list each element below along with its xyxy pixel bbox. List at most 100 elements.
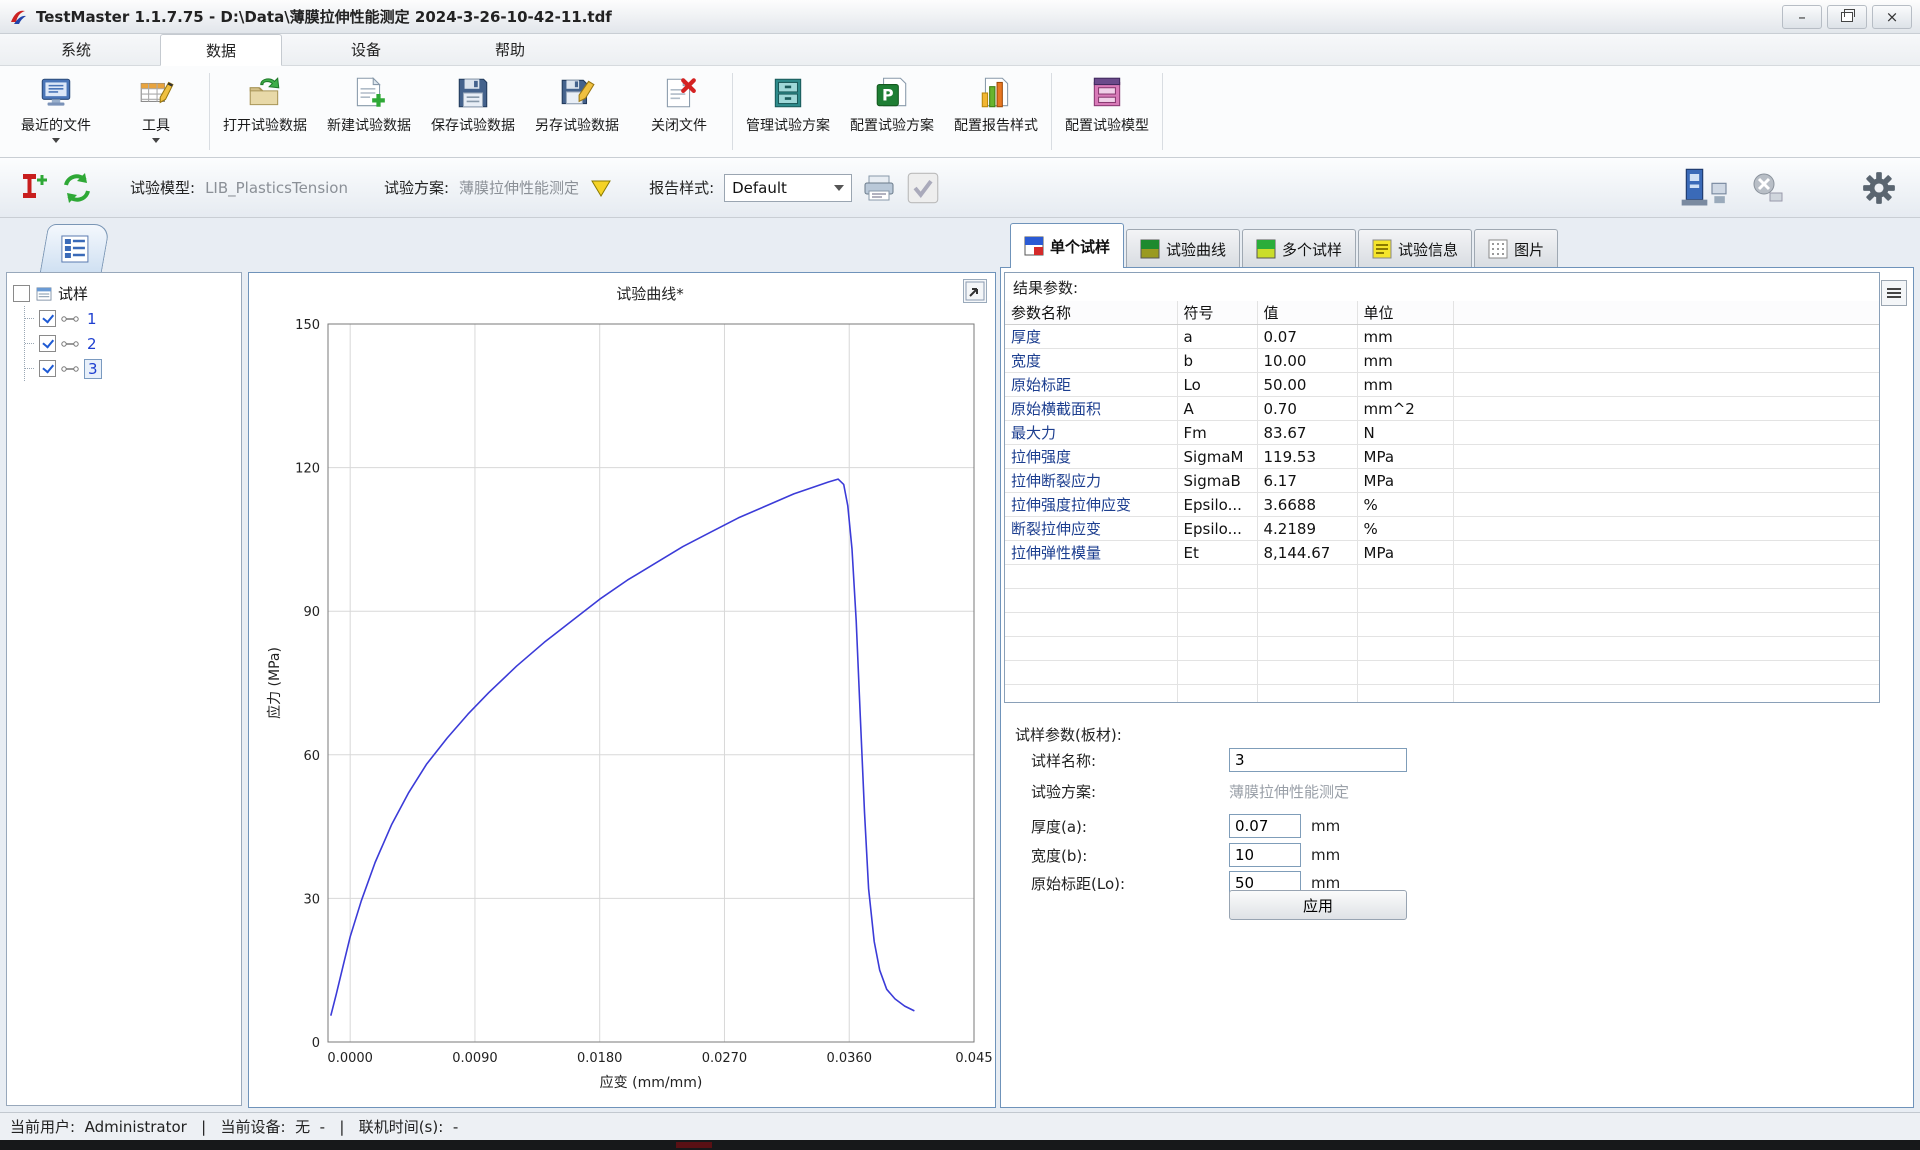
- specimen-checkbox[interactable]: [39, 360, 56, 377]
- table-row[interactable]: 原始标距Lo50.00mm: [1005, 373, 1879, 397]
- titlebar: TestMaster 1.1.7.75 - D:\Data\薄膜拉伸性能测定 2…: [0, 0, 1920, 34]
- param-value: 10.00: [1257, 349, 1357, 373]
- settings-gear-icon[interactable]: [1862, 171, 1896, 205]
- chart-export-button[interactable]: [963, 279, 987, 303]
- filler-cell: [1453, 325, 1879, 349]
- menu-tab-data[interactable]: 数据: [160, 34, 282, 66]
- tab-test-info[interactable]: 试验信息: [1358, 229, 1472, 268]
- menu-tab-system[interactable]: 系统: [16, 34, 136, 65]
- param-symbol: SigmaB: [1177, 469, 1257, 493]
- filler-cell: [1453, 421, 1879, 445]
- tab-single-specimen[interactable]: 单个试样: [1010, 223, 1124, 268]
- svg-text:30: 30: [303, 892, 320, 907]
- manage-test-scheme-button[interactable]: 管理试验方案: [736, 69, 840, 154]
- tree-item-2[interactable]: 2: [25, 331, 235, 356]
- width-b-field[interactable]: [1229, 843, 1301, 867]
- menu-tab-device[interactable]: 设备: [306, 34, 426, 65]
- table-row-empty: [1005, 637, 1879, 661]
- maximize-icon: [1841, 12, 1853, 22]
- save-as-data-icon: [558, 74, 596, 112]
- chart-panel: 试验曲线* 0.00000.00900.01800.02700.03600.04…: [248, 272, 996, 1108]
- specimen-name-field[interactable]: [1229, 748, 1407, 772]
- thickness-a-row: 厚度(a):mm: [1031, 813, 1340, 839]
- close-file-icon: [660, 74, 698, 112]
- recent-files-button[interactable]: 最近的文件: [6, 69, 106, 154]
- config-report-style-button[interactable]: 配置报告样式: [944, 69, 1048, 154]
- tab-multi-specimen-label: 多个试样: [1282, 239, 1342, 260]
- column-header-filler: [1453, 301, 1879, 325]
- specimen-list-tab[interactable]: [40, 224, 111, 273]
- tab-picture[interactable]: 图片: [1474, 229, 1558, 268]
- param-value: 3.6688: [1257, 493, 1357, 517]
- result-panel: 结果参数: 参数名称符号值单位厚度a0.07mm宽度b10.00mm原始标距Lo…: [1000, 267, 1914, 1108]
- param-value: 0.70: [1257, 397, 1357, 421]
- table-row[interactable]: 拉伸断裂应力SigmaB6.17MPa: [1005, 469, 1879, 493]
- column-header: 符号: [1177, 301, 1257, 325]
- close-file-button[interactable]: 关闭文件: [629, 69, 729, 154]
- param-unit: MPa: [1357, 541, 1453, 565]
- tab-picture-icon: [1488, 239, 1508, 259]
- table-row[interactable]: 拉伸弹性模量Et8,144.67MPa: [1005, 541, 1879, 565]
- menu-tab-help[interactable]: 帮助: [450, 34, 570, 65]
- tree-item-3[interactable]: 3: [25, 356, 235, 381]
- thickness-a-field[interactable]: [1229, 814, 1301, 838]
- empty-cell: [1177, 661, 1257, 685]
- minimize-button[interactable]: –: [1782, 5, 1822, 29]
- tab-test-info-label: 试验信息: [1398, 239, 1458, 260]
- report-style-select[interactable]: Default: [724, 174, 852, 202]
- close-button[interactable]: ×: [1872, 5, 1912, 29]
- thickness-a-unit: mm: [1311, 817, 1340, 835]
- tab-test-curve[interactable]: 试验曲线: [1126, 229, 1240, 268]
- param-name: 最大力: [1005, 421, 1177, 445]
- specimen-checkbox[interactable]: [39, 335, 56, 352]
- tools-button[interactable]: 工具: [106, 69, 206, 154]
- panel-menu-button[interactable]: [1881, 280, 1907, 306]
- connect-specimen-icon[interactable]: [16, 171, 50, 205]
- tree-root-row[interactable]: 试样: [13, 281, 235, 306]
- save-as-test-data-button[interactable]: 另存试验数据: [525, 69, 629, 154]
- table-row[interactable]: 拉伸强度SigmaM119.53MPa: [1005, 445, 1879, 469]
- open-test-data-button[interactable]: 打开试验数据: [213, 69, 317, 154]
- table-row[interactable]: 断裂拉伸应变Epsilo...4.2189%: [1005, 517, 1879, 541]
- config-test-model-button[interactable]: 配置试验模型: [1055, 69, 1159, 154]
- app-window: TestMaster 1.1.7.75 - D:\Data\薄膜拉伸性能测定 2…: [0, 0, 1920, 1150]
- filler-cell: [1453, 541, 1879, 565]
- specimen-label[interactable]: 2: [84, 335, 100, 353]
- confirm-icon[interactable]: [906, 171, 940, 205]
- config-scheme-icon: P: [873, 74, 911, 112]
- print-icon[interactable]: [862, 171, 896, 205]
- empty-cell: [1177, 565, 1257, 589]
- svg-text:0.0000: 0.0000: [327, 1051, 373, 1066]
- table-row[interactable]: 宽度b10.00mm: [1005, 349, 1879, 373]
- tab-multi-specimen[interactable]: 多个试样: [1242, 229, 1356, 268]
- test-scheme-row: 试验方案:薄膜拉伸性能测定: [1031, 778, 1349, 804]
- tree-item-1[interactable]: 1: [25, 306, 235, 331]
- table-row[interactable]: 原始横截面积A0.70mm^2: [1005, 397, 1879, 421]
- filter-icon[interactable]: [589, 176, 613, 200]
- empty-cell: [1257, 661, 1357, 685]
- empty-cell: [1357, 661, 1453, 685]
- param-unit: MPa: [1357, 469, 1453, 493]
- table-row[interactable]: 厚度a0.07mm: [1005, 325, 1879, 349]
- width-b-row: 宽度(b):mm: [1031, 842, 1340, 868]
- new-test-data-button[interactable]: 新建试验数据: [317, 69, 421, 154]
- ribbon-separator: [1162, 73, 1163, 150]
- specimen-label[interactable]: 3: [84, 359, 102, 379]
- chart-host: 0.00000.00900.01800.02700.03600.04503060…: [249, 307, 995, 1103]
- param-name: 拉伸强度拉伸应变: [1005, 493, 1177, 517]
- save-test-data-button[interactable]: 保存试验数据: [421, 69, 525, 154]
- table-row[interactable]: 拉伸强度拉伸应变Epsilo...3.6688%: [1005, 493, 1879, 517]
- param-unit: MPa: [1357, 445, 1453, 469]
- root-checkbox[interactable]: [13, 285, 30, 302]
- refresh-icon[interactable]: [60, 171, 94, 205]
- param-symbol: Lo: [1177, 373, 1257, 397]
- maximize-button[interactable]: [1827, 5, 1867, 29]
- config-test-scheme-button[interactable]: P配置试验方案: [840, 69, 944, 154]
- config-report-icon: [977, 74, 1015, 112]
- test-model-label: 试验模型:: [130, 177, 195, 198]
- specimen-checkbox[interactable]: [39, 310, 56, 327]
- specimen-label[interactable]: 1: [84, 310, 100, 328]
- apply-button[interactable]: 应用: [1229, 890, 1407, 920]
- table-row[interactable]: 最大力Fm83.67N: [1005, 421, 1879, 445]
- param-symbol: A: [1177, 397, 1257, 421]
